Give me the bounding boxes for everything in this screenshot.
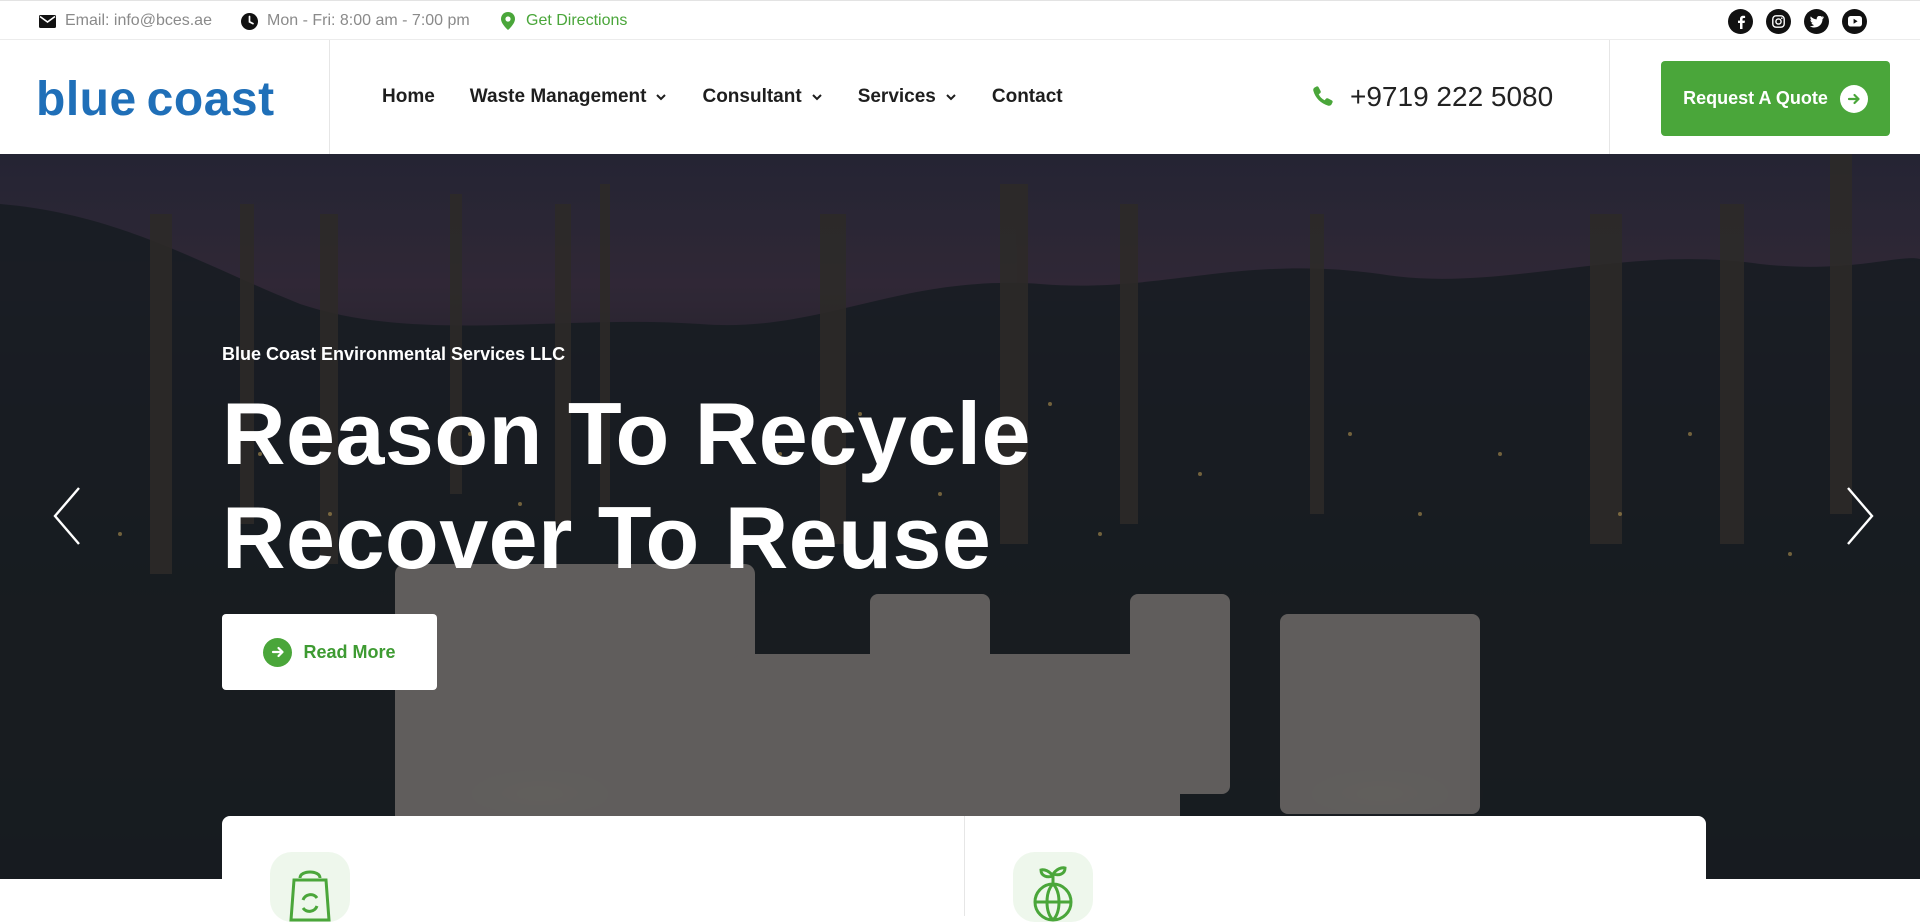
nav-item-consultant[interactable]: Consultant [702, 86, 822, 108]
slider-next-button[interactable] [1843, 484, 1877, 548]
hero-title-line-2: Recover To Reuse [222, 488, 992, 587]
directions-text: Get Directions [526, 12, 628, 29]
feature-card [963, 816, 1707, 922]
twitter-icon[interactable] [1804, 9, 1829, 34]
opening-hours: Mon - Fri: 8:00 am - 7:00 pm [240, 1, 470, 41]
feature-card [222, 816, 964, 922]
facebook-icon[interactable] [1728, 9, 1753, 34]
nav-label: Services [857, 86, 936, 107]
read-more-button[interactable]: Read More [222, 614, 437, 690]
envelope-icon [38, 12, 56, 30]
nav-item-waste-management[interactable]: Waste Management [470, 86, 668, 108]
map-pin-icon [499, 12, 517, 30]
quote-label: Request A Quote [1683, 88, 1828, 108]
phone-icon [1312, 85, 1336, 109]
read-more-label: Read More [303, 641, 396, 662]
email-contact[interactable]: Email: info@bces.ae [38, 1, 212, 41]
nav-item-contact[interactable]: Contact [992, 86, 1063, 108]
chevron-down-icon [655, 91, 667, 103]
email-text: Email: info@bces.ae [65, 12, 212, 29]
hero-title-line-1: Reason To Recycle [222, 384, 1031, 483]
header-divider [329, 40, 330, 154]
hours-text: Mon - Fri: 8:00 am - 7:00 pm [267, 12, 470, 29]
request-quote-button[interactable]: Request A Quote [1661, 61, 1890, 136]
phone-text: +9719 222 5080 [1350, 81, 1554, 112]
hero-subtitle: Blue Coast Environmental Services LLC [222, 344, 566, 364]
logo-text-blue: blue [36, 72, 137, 126]
recycle-bag-icon [270, 852, 350, 922]
nav-label: Home [382, 86, 435, 107]
hero-slider: Blue Coast Environmental Services LLC Re… [0, 154, 1920, 879]
clock-icon [240, 12, 258, 30]
instagram-icon[interactable] [1766, 9, 1791, 34]
main-nav: Home Waste Management Consultant Service… [382, 40, 1098, 154]
nav-item-home[interactable]: Home [382, 86, 435, 108]
top-bar: Email: info@bces.ae Mon - Fri: 8:00 am -… [0, 0, 1920, 40]
nav-label: Consultant [702, 86, 802, 107]
social-links [1728, 9, 1867, 34]
nav-item-services[interactable]: Services [858, 86, 957, 108]
feature-cards [222, 816, 1707, 922]
arrow-right-icon [263, 637, 293, 667]
get-directions-link[interactable]: Get Directions [499, 1, 627, 41]
chevron-down-icon [945, 91, 957, 103]
chevron-down-icon [811, 91, 823, 103]
hero-title: Reason To Recycle Recover To Reuse [222, 382, 1031, 590]
chevron-left-icon [53, 487, 80, 545]
chevron-right-icon [1847, 487, 1874, 545]
phone-number[interactable]: +9719 222 5080 [1312, 40, 1553, 154]
arrow-right-icon [1839, 84, 1868, 113]
eco-globe-icon [1012, 852, 1093, 922]
site-header: blue coast Home Waste Management Consult… [0, 40, 1920, 154]
logo[interactable]: blue coast [36, 72, 275, 126]
nav-label: Contact [991, 86, 1063, 107]
youtube-icon[interactable] [1842, 9, 1867, 34]
logo-text-coast: coast [146, 72, 275, 126]
nav-label: Waste Management [469, 86, 647, 107]
slider-prev-button[interactable] [50, 484, 84, 548]
header-divider [1609, 40, 1610, 154]
